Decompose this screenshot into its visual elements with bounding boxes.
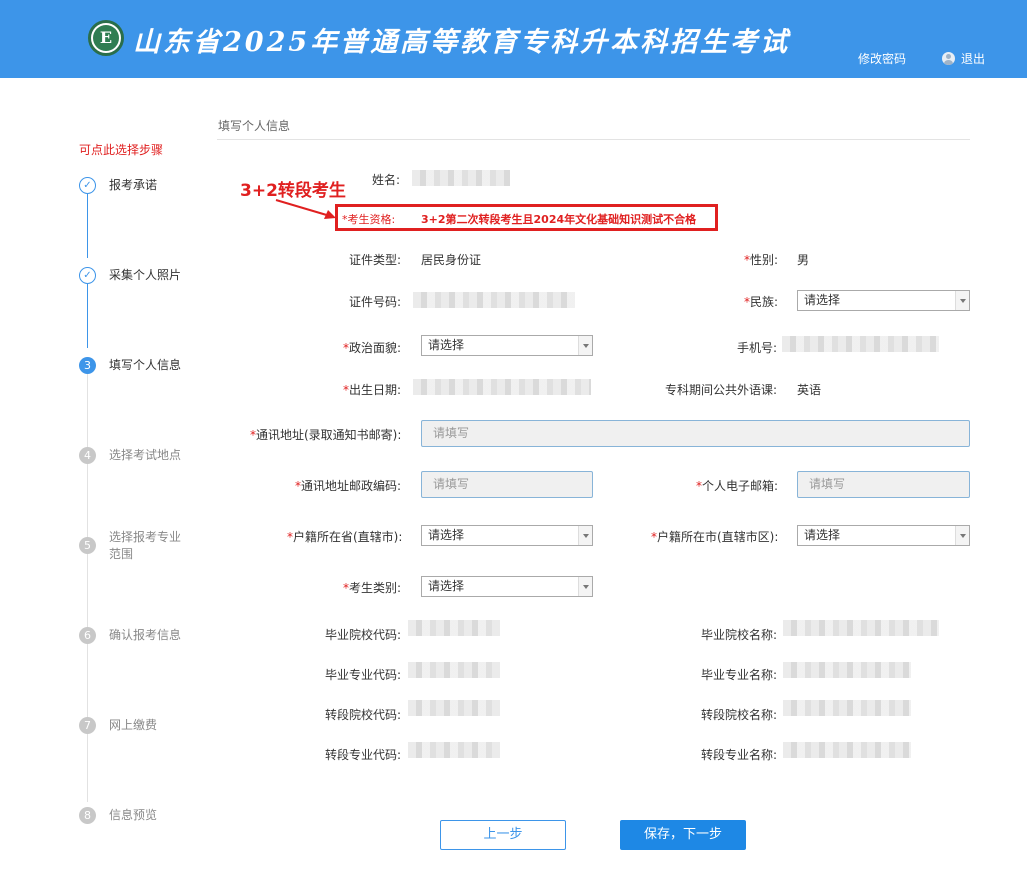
province-select[interactable]: 请选择: [421, 525, 593, 546]
transfer-major-name-label: 转段专业名称:: [701, 748, 778, 762]
header-bar: E 山东省2025年普通高等教育专科升本科招生考试 修改密码 退出: [0, 0, 1027, 78]
site-title: 山东省2025年普通高等教育专科升本科招生考试: [133, 27, 791, 58]
step-label: 信息预览: [109, 808, 158, 822]
transfer-major-code-redacted: [408, 742, 500, 758]
section-title: 填写个人信息: [218, 119, 291, 133]
step-item-photo[interactable]: ✓ 采集个人照片: [79, 267, 189, 284]
grad-school-code-label: 毕业院校代码:: [325, 628, 402, 642]
birth-date-value-redacted: [413, 379, 591, 395]
step-item-exam-location[interactable]: 4 选择考试地点: [79, 447, 189, 464]
transfer-major-name-redacted: [783, 742, 911, 758]
chevron-down-icon: [955, 526, 969, 545]
id-number-value-redacted: [413, 292, 575, 308]
province-select-value: 请选择: [428, 528, 465, 542]
section-divider: [217, 139, 970, 140]
logout-label: 退出: [961, 52, 986, 66]
step-number: 3: [79, 357, 96, 374]
province-label: *户籍所在省(直辖市):: [287, 530, 403, 544]
ethnicity-select[interactable]: 请选择: [797, 290, 970, 311]
step-label: 网上缴费: [109, 718, 158, 732]
city-label: *户籍所在市(直辖市区):: [651, 530, 779, 544]
grad-major-name-label: 毕业专业名称:: [701, 668, 778, 682]
phone-value-redacted: [782, 336, 939, 352]
step-connector: [87, 194, 88, 258]
ethnicity-select-value: 请选择: [804, 293, 841, 307]
save-next-button[interactable]: 保存，下一步: [620, 820, 746, 850]
logo-emblem-icon: E: [88, 20, 124, 56]
step-number: 7: [79, 717, 96, 734]
chevron-down-icon: [578, 526, 592, 545]
political-select-value: 请选择: [428, 338, 465, 352]
id-type-label: 证件类型:: [349, 253, 402, 267]
transfer-school-code-redacted: [408, 700, 500, 716]
gender-value: 男: [797, 253, 810, 267]
postcode-label: *通讯地址邮政编码:: [295, 479, 402, 493]
step-item-major-range[interactable]: 5 选择报考专业范围: [79, 529, 189, 563]
step-number: 8: [79, 807, 96, 824]
grad-major-code-label: 毕业专业代码:: [325, 668, 402, 682]
email-input[interactable]: 请填写: [797, 471, 970, 498]
step-label: 选择报考专业范围: [109, 530, 182, 561]
id-number-label: 证件号码:: [349, 295, 402, 309]
logout-link[interactable]: 退出: [942, 50, 985, 67]
step-item-payment[interactable]: 7 网上缴费: [79, 717, 189, 734]
step-item-confirm[interactable]: 6 确认报考信息: [79, 627, 189, 644]
grad-school-name-label: 毕业院校名称:: [701, 628, 778, 642]
step-label: 填写个人信息: [109, 358, 182, 372]
previous-step-button[interactable]: 上一步: [440, 820, 566, 850]
city-select-value: 请选择: [804, 528, 841, 542]
step-item-commitment[interactable]: ✓ 报考承诺: [79, 177, 189, 194]
step-number: 4: [79, 447, 96, 464]
transfer-school-code-label: 转段院校代码:: [325, 708, 402, 722]
step-item-preview[interactable]: 8 信息预览: [79, 807, 189, 824]
chevron-down-icon: [578, 577, 592, 596]
id-type-value: 居民身份证: [421, 253, 482, 267]
category-label: *考生类别:: [343, 581, 402, 595]
step-label: 采集个人照片: [109, 268, 182, 282]
step-connector: [87, 284, 88, 348]
language-value: 英语: [797, 383, 822, 397]
phone-label: 手机号:: [737, 341, 778, 355]
grad-school-name-redacted: [783, 620, 939, 636]
annotation-arrow-icon: [275, 199, 336, 219]
ethnicity-label: *民族:: [744, 295, 779, 309]
grad-major-code-redacted: [408, 662, 500, 678]
transfer-school-name-label: 转段院校名称:: [701, 708, 778, 722]
qualification-label: *考生资格:: [342, 213, 396, 226]
check-icon: ✓: [79, 267, 96, 284]
qualification-value: 3+2第二次转段考生且2024年文化基础知识测试不合格: [421, 213, 697, 226]
political-select[interactable]: 请选择: [421, 335, 593, 356]
step-number: 5: [79, 537, 96, 554]
grad-major-name-redacted: [783, 662, 911, 678]
city-select[interactable]: 请选择: [797, 525, 970, 546]
chevron-down-icon: [578, 336, 592, 355]
birth-date-label: *出生日期:: [343, 383, 402, 397]
name-value-redacted: [412, 170, 510, 186]
transfer-school-name-redacted: [783, 700, 911, 716]
user-icon: [942, 52, 955, 65]
address-input[interactable]: 请填写: [421, 420, 970, 447]
check-icon: ✓: [79, 177, 96, 194]
address-label: *通讯地址(录取通知书邮寄):: [250, 428, 402, 442]
postcode-input[interactable]: 请填写: [421, 471, 593, 498]
gender-label: *性别:: [744, 253, 779, 267]
name-label: 姓名:: [372, 173, 401, 187]
chevron-down-icon: [955, 291, 969, 310]
step-label: 选择考试地点: [109, 448, 182, 462]
political-label: *政治面貌:: [343, 341, 402, 355]
step-connector: [87, 374, 88, 802]
category-select[interactable]: 请选择: [421, 576, 593, 597]
step-item-personal-info[interactable]: 3 填写个人信息: [79, 357, 189, 374]
email-label: *个人电子邮箱:: [696, 479, 779, 493]
step-number: 6: [79, 627, 96, 644]
steps-hint: 可点此选择步骤: [79, 143, 164, 157]
step-label: 确认报考信息: [109, 628, 182, 642]
logo-letter: E: [93, 25, 119, 51]
language-label: 专科期间公共外语课:: [665, 383, 778, 397]
grad-school-code-redacted: [408, 620, 500, 636]
change-password-link[interactable]: 修改密码: [858, 50, 906, 67]
transfer-major-code-label: 转段专业代码:: [325, 748, 402, 762]
step-label: 报考承诺: [109, 178, 158, 192]
category-select-value: 请选择: [428, 579, 465, 593]
